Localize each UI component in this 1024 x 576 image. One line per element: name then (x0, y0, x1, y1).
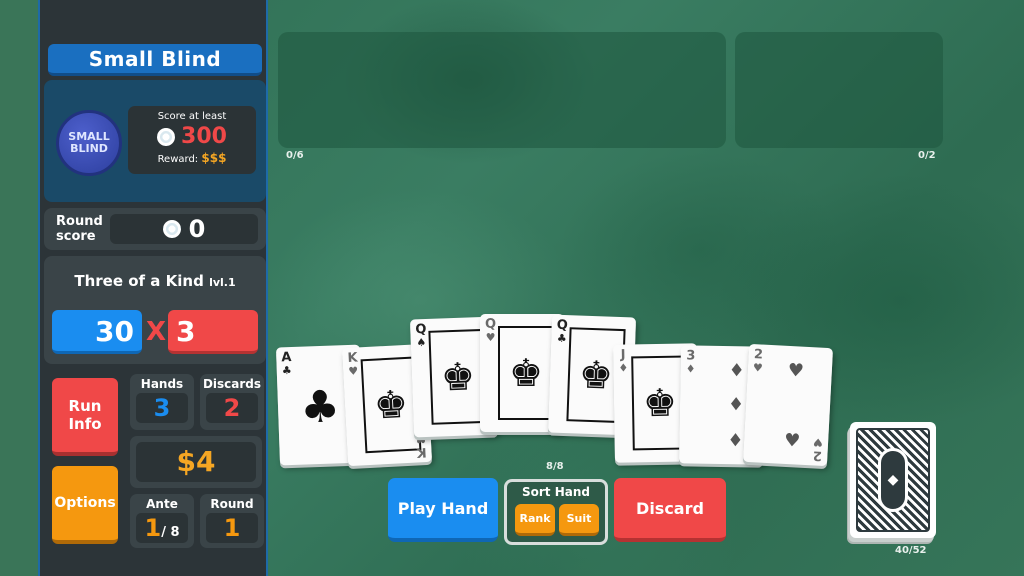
discard-button[interactable]: Discard (614, 478, 726, 542)
ante-label: Ante (146, 497, 178, 511)
discards-stat: Discards 2 (200, 374, 264, 430)
card-back-pattern-icon: ◆ (856, 428, 930, 532)
joker-slots-area (278, 32, 726, 148)
playing-card-2-hearts[interactable]: 2 ♥ ♥ ♥ 2 ♥ (742, 343, 834, 467)
hands-label: Hands (140, 377, 184, 391)
diamonds-suit-icon: ♦ (728, 360, 745, 382)
diamonds-suit-icon: ♦ (618, 361, 629, 375)
multiply-sign: X (146, 317, 167, 347)
consumable-slots-area (735, 32, 943, 148)
draw-deck[interactable]: ◆ (850, 422, 936, 538)
card-rank: J (620, 347, 626, 363)
ante-stat: Ante 1/ 8 (130, 494, 194, 548)
money-value: $4 (136, 442, 256, 482)
chip-icon (157, 127, 176, 146)
card-rank-label: Q ♥ (485, 318, 496, 344)
options-button[interactable]: Options (52, 466, 118, 544)
card-rank-label: K ♥ (347, 350, 359, 378)
round-score-label-line1: Round (56, 214, 103, 229)
clubs-suit-icon: ♣ (556, 331, 567, 346)
spades-suit-icon: ♠ (416, 335, 427, 350)
deck-emblem-icon: ◆ (878, 448, 908, 512)
blind-title: Small Blind (48, 44, 262, 76)
hand-size-count: 8/8 (546, 461, 564, 472)
left-edge-strip (0, 0, 38, 576)
ante-value: 1 (144, 514, 162, 542)
card-rank-label-bottom: 2 ♥ (812, 435, 824, 463)
sort-by-suit-button[interactable]: Suit (559, 504, 599, 536)
small-blind-chip-icon: SMALL BLIND (56, 110, 122, 176)
card-rank-label: Q ♣ (556, 318, 568, 346)
face-card-figure-icon: ♚ (498, 326, 554, 420)
round-label: Round (210, 497, 254, 511)
chip-icon (162, 220, 181, 238)
play-hand-button[interactable]: Play Hand (388, 478, 498, 542)
round-value: 1 (206, 513, 258, 543)
chips-value: 30 (52, 310, 142, 354)
money-panel: $4 (130, 436, 262, 488)
round-score-panel: Round score 0 (44, 208, 266, 250)
hands-value: 3 (136, 393, 188, 423)
sort-hand-group: Sort Hand Rank Suit (504, 479, 608, 545)
clubs-suit-icon: ♣ (281, 363, 292, 378)
round-score-value: 0 (188, 215, 206, 243)
ante-max: / 8 (161, 525, 180, 540)
hand-type-panel: Three of a Kind lvl.1 30 X 3 (44, 256, 266, 364)
card-rank-label: 2 ♥ (752, 347, 764, 375)
run-info-label-line1: Run (68, 397, 102, 415)
deck-count: 40/52 (895, 545, 927, 556)
mult-value: 3 (168, 310, 258, 354)
score-target: 300 (181, 124, 227, 149)
score-requirement-box: Score at least 300 Reward: $$$ (128, 106, 256, 174)
run-info-button[interactable]: Run Info (52, 378, 118, 456)
hands-stat: Hands 3 (130, 374, 194, 430)
diamonds-suit-icon: ♦ (727, 394, 745, 416)
reward-label: Reward: (157, 154, 199, 165)
card-rank-label: 3 ♦ (685, 348, 696, 376)
sort-by-rank-button[interactable]: Rank (515, 504, 555, 536)
diamonds-suit-icon: ♦ (685, 362, 696, 376)
card-rank-label: A ♣ (281, 350, 292, 378)
consumable-count: 0/2 (918, 150, 936, 161)
card-rank: 3 (686, 348, 696, 364)
joker-count: 0/6 (286, 150, 304, 161)
score-label: Score at least (157, 111, 227, 122)
hand-type-name: Three of a Kind (74, 272, 204, 290)
hearts-suit-icon: ♥ (485, 331, 496, 344)
hearts-suit-icon: ♥ (347, 364, 359, 378)
reward-value: $$$ (201, 151, 227, 165)
hand-level: lvl.1 (209, 276, 236, 289)
card-rank-label: Q ♠ (415, 322, 427, 350)
run-info-label-line2: Info (68, 415, 102, 433)
round-score-label-line2: score (56, 229, 96, 244)
card-rank: Q (485, 317, 497, 332)
diamonds-suit-icon: ♦ (727, 430, 744, 452)
round-stat: Round 1 (200, 494, 264, 548)
sort-hand-label: Sort Hand (522, 485, 590, 499)
card-rank: 2 (812, 447, 823, 463)
card-rank: K (416, 444, 427, 460)
hearts-suit-icon: ♥ (812, 435, 824, 449)
blind-info-panel: SMALL BLIND Score at least 300 Reward: $… (44, 80, 266, 202)
chip-text-line2: BLIND (70, 142, 108, 155)
card-rank-label: J ♦ (618, 347, 629, 375)
discards-label: Discards (202, 377, 262, 391)
round-score-label: Round score (56, 214, 103, 244)
hearts-suit-icon: ♥ (783, 429, 801, 452)
face-card-figure-icon: ♚ (428, 328, 488, 425)
discards-value: 2 (206, 393, 258, 423)
hearts-suit-icon: ♥ (752, 361, 764, 375)
hearts-suit-icon: ♥ (787, 359, 805, 382)
sidebar: Small Blind SMALL BLIND Score at least 3… (38, 0, 268, 576)
